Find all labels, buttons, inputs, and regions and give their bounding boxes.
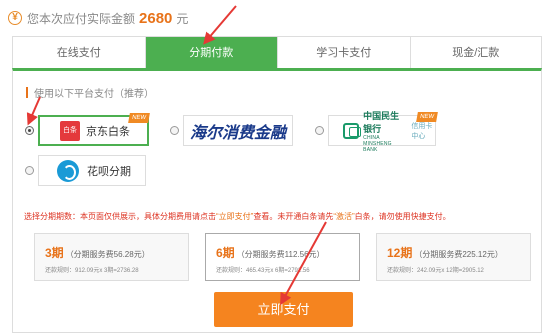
radio-jd-baitiao[interactable] — [25, 126, 34, 135]
plan-detail: 还款规则：242.09元x 12期=2905.12 — [387, 268, 484, 274]
pay-now-button[interactable]: 立即支付 — [214, 292, 353, 327]
minsheng-bank-icon — [343, 122, 362, 139]
yen-icon: ¥ — [8, 11, 22, 25]
new-badge: NEW — [416, 112, 438, 122]
amount-label: 您本次应付实际金额 — [27, 11, 136, 26]
notice-text-1: 选择分期期数：本页面仅供展示，具体分期费用请点击 — [24, 212, 216, 221]
payment-tabs: 在线支付 分期付款 学习卡支付 现金/汇款 — [12, 36, 542, 70]
payment-page: ¥ 您本次应付实际金额 2680 元 在线支付 分期付款 学习卡支付 现金/汇款… — [0, 0, 542, 333]
plan-fee: （分期服务费225.12元） — [414, 250, 503, 259]
plan-period: 12期 — [387, 246, 413, 260]
amount-value: 2680 — [139, 9, 173, 27]
option-haier-finance[interactable]: 海尔消费金融 — [183, 115, 293, 146]
plan-3-periods[interactable]: 3期 （分期服务费56.28元） 还款规则：912.09元x 3期=2736.28 — [34, 233, 189, 281]
plan-detail: 还款规则：465.43元x 6期=2792.56 — [216, 268, 310, 274]
notice-highlight-pay: “立即支付” — [216, 212, 254, 221]
tab-study-card[interactable]: 学习卡支付 — [278, 37, 411, 69]
notice-text-2: 查看。未开通白条请先 — [253, 212, 334, 221]
radio-haier-finance[interactable] — [170, 126, 179, 135]
notice-text-3: 白条，请勿使用快捷支付。 — [354, 212, 451, 221]
jd-baitiao-logo: 白条 — [60, 120, 80, 141]
minsheng-bank-name: 中国民生银行 — [363, 110, 400, 134]
minsheng-bank-en: CHINA MINSHENG BANK — [363, 134, 392, 153]
new-badge: NEW — [128, 113, 150, 123]
section-title: 使用以下平台支付（推荐） — [26, 85, 154, 100]
jd-baitiao-label: 京东白条 — [86, 125, 130, 138]
amount-unit: 元 — [176, 11, 189, 26]
amount-bar: ¥ 您本次应付实际金额 2680 元 — [0, 0, 542, 36]
option-minsheng-bank[interactable]: 中国民生银行 CHINA MINSHENG BANK 信用卡中心 NEW — [328, 111, 438, 153]
plan-period: 3期 — [45, 246, 64, 260]
radio-huabei[interactable] — [25, 166, 34, 175]
haier-finance-logo: 海尔消费金融 — [190, 122, 287, 142]
huabei-icon — [57, 159, 79, 182]
huabei-label: 花呗分期 — [87, 165, 131, 178]
radio-minsheng-bank[interactable] — [315, 126, 324, 135]
option-huabei[interactable]: 花呗分期 — [38, 155, 146, 186]
option-jd-baitiao[interactable]: 白条 京东白条 NEW — [38, 113, 150, 146]
plan-12-periods[interactable]: 12期 （分期服务费225.12元） 还款规则：242.09元x 12期=2905… — [376, 233, 531, 281]
installment-notice: 选择分期期数：本页面仅供展示，具体分期费用请点击“立即支付”查看。未开通白条请先… — [24, 211, 451, 222]
plan-period: 6期 — [216, 246, 235, 260]
plan-fee: （分期服务费56.28元） — [65, 250, 150, 259]
tab-installment[interactable]: 分期付款 — [145, 37, 278, 70]
tab-cash-transfer[interactable]: 现金/汇款 — [411, 37, 542, 69]
plan-fee: （分期服务费112.56元） — [236, 250, 325, 259]
section-marker — [26, 87, 28, 98]
section-title-text: 使用以下平台支付（推荐） — [34, 89, 154, 100]
notice-highlight-activate: “激活” — [333, 212, 355, 221]
plan-6-periods[interactable]: 6期 （分期服务费112.56元） 还款规则：465.43元x 6期=2792.5… — [205, 233, 360, 281]
minsheng-bank-sub: 信用卡中心 — [411, 122, 433, 140]
plan-detail: 还款规则：912.09元x 3期=2736.28 — [45, 268, 139, 274]
tab-online-payment[interactable]: 在线支付 — [13, 37, 146, 69]
